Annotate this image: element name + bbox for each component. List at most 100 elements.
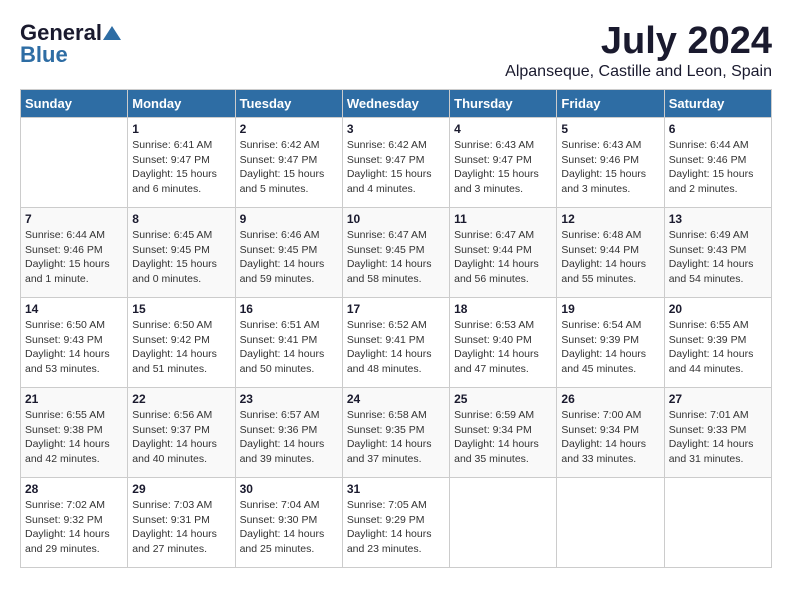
day-detail: Sunrise: 6:55 AMSunset: 9:39 PMDaylight:…	[669, 318, 767, 377]
day-number: 15	[132, 302, 230, 316]
day-number: 30	[240, 482, 338, 496]
day-number: 1	[132, 122, 230, 136]
col-header-monday: Monday	[128, 90, 235, 118]
calendar-cell: 21 Sunrise: 6:55 AMSunset: 9:38 PMDayligh…	[21, 388, 128, 478]
day-detail: Sunrise: 7:03 AMSunset: 9:31 PMDaylight:…	[132, 498, 230, 557]
calendar-cell: 30 Sunrise: 7:04 AMSunset: 9:30 PMDayligh…	[235, 478, 342, 568]
day-detail: Sunrise: 6:44 AMSunset: 9:46 PMDaylight:…	[25, 228, 123, 287]
month-title: July 2024	[505, 20, 772, 63]
day-detail: Sunrise: 6:50 AMSunset: 9:43 PMDaylight:…	[25, 318, 123, 377]
calendar-cell: 25 Sunrise: 6:59 AMSunset: 9:34 PMDayligh…	[450, 388, 557, 478]
day-detail: Sunrise: 6:53 AMSunset: 9:40 PMDaylight:…	[454, 318, 552, 377]
calendar-cell: 16 Sunrise: 6:51 AMSunset: 9:41 PMDayligh…	[235, 298, 342, 388]
day-number: 25	[454, 392, 552, 406]
logo: General Blue	[20, 20, 122, 68]
calendar-cell	[21, 118, 128, 208]
day-detail: Sunrise: 6:50 AMSunset: 9:42 PMDaylight:…	[132, 318, 230, 377]
day-number: 2	[240, 122, 338, 136]
day-detail: Sunrise: 6:58 AMSunset: 9:35 PMDaylight:…	[347, 408, 445, 467]
day-detail: Sunrise: 6:43 AMSunset: 9:47 PMDaylight:…	[454, 138, 552, 197]
day-detail: Sunrise: 6:42 AMSunset: 9:47 PMDaylight:…	[347, 138, 445, 197]
day-number: 22	[132, 392, 230, 406]
col-header-thursday: Thursday	[450, 90, 557, 118]
day-detail: Sunrise: 6:51 AMSunset: 9:41 PMDaylight:…	[240, 318, 338, 377]
day-number: 4	[454, 122, 552, 136]
day-number: 12	[561, 212, 659, 226]
day-detail: Sunrise: 6:46 AMSunset: 9:45 PMDaylight:…	[240, 228, 338, 287]
day-number: 13	[669, 212, 767, 226]
calendar-cell: 5 Sunrise: 6:43 AMSunset: 9:46 PMDaylight…	[557, 118, 664, 208]
day-detail: Sunrise: 6:45 AMSunset: 9:45 PMDaylight:…	[132, 228, 230, 287]
calendar-cell: 4 Sunrise: 6:43 AMSunset: 9:47 PMDaylight…	[450, 118, 557, 208]
day-detail: Sunrise: 7:05 AMSunset: 9:29 PMDaylight:…	[347, 498, 445, 557]
calendar-cell	[557, 478, 664, 568]
day-number: 20	[669, 302, 767, 316]
day-number: 31	[347, 482, 445, 496]
day-detail: Sunrise: 7:00 AMSunset: 9:34 PMDaylight:…	[561, 408, 659, 467]
day-number: 27	[669, 392, 767, 406]
calendar-cell: 17 Sunrise: 6:52 AMSunset: 9:41 PMDayligh…	[342, 298, 449, 388]
col-header-wednesday: Wednesday	[342, 90, 449, 118]
day-detail: Sunrise: 6:44 AMSunset: 9:46 PMDaylight:…	[669, 138, 767, 197]
day-number: 19	[561, 302, 659, 316]
day-detail: Sunrise: 6:43 AMSunset: 9:46 PMDaylight:…	[561, 138, 659, 197]
col-header-saturday: Saturday	[664, 90, 771, 118]
day-number: 26	[561, 392, 659, 406]
calendar-cell: 3 Sunrise: 6:42 AMSunset: 9:47 PMDaylight…	[342, 118, 449, 208]
calendar-cell: 19 Sunrise: 6:54 AMSunset: 9:39 PMDayligh…	[557, 298, 664, 388]
calendar-cell: 27Sunrise: 7:01 AMSunset: 9:33 PMDayligh…	[664, 388, 771, 478]
day-detail: Sunrise: 6:56 AMSunset: 9:37 PMDaylight:…	[132, 408, 230, 467]
logo-blue: Blue	[20, 42, 68, 68]
day-number: 21	[25, 392, 123, 406]
day-detail: Sunrise: 7:02 AMSunset: 9:32 PMDaylight:…	[25, 498, 123, 557]
calendar-cell	[664, 478, 771, 568]
location-title: Alpanseque, Castille and Leon, Spain	[505, 63, 772, 81]
day-number: 28	[25, 482, 123, 496]
day-number: 29	[132, 482, 230, 496]
title-area: July 2024 Alpanseque, Castille and Leon,…	[505, 20, 772, 81]
calendar-cell: 31 Sunrise: 7:05 AMSunset: 9:29 PMDayligh…	[342, 478, 449, 568]
calendar-cell: 10Sunrise: 6:47 AMSunset: 9:45 PMDayligh…	[342, 208, 449, 298]
calendar-cell: 24 Sunrise: 6:58 AMSunset: 9:35 PMDayligh…	[342, 388, 449, 478]
calendar-cell: 14 Sunrise: 6:50 AMSunset: 9:43 PMDayligh…	[21, 298, 128, 388]
day-detail: Sunrise: 6:59 AMSunset: 9:34 PMDaylight:…	[454, 408, 552, 467]
calendar-table: SundayMondayTuesdayWednesdayThursdayFrid…	[20, 89, 772, 568]
calendar-cell: 1 Sunrise: 6:41 AMSunset: 9:47 PMDaylight…	[128, 118, 235, 208]
day-number: 11	[454, 212, 552, 226]
calendar-cell: 7 Sunrise: 6:44 AMSunset: 9:46 PMDaylight…	[21, 208, 128, 298]
day-detail: Sunrise: 7:04 AMSunset: 9:30 PMDaylight:…	[240, 498, 338, 557]
calendar-cell	[450, 478, 557, 568]
day-detail: Sunrise: 6:52 AMSunset: 9:41 PMDaylight:…	[347, 318, 445, 377]
day-number: 7	[25, 212, 123, 226]
day-detail: Sunrise: 6:47 AMSunset: 9:45 PMDaylight:…	[347, 228, 445, 287]
day-detail: Sunrise: 6:41 AMSunset: 9:47 PMDaylight:…	[132, 138, 230, 197]
calendar-cell: 18 Sunrise: 6:53 AMSunset: 9:40 PMDayligh…	[450, 298, 557, 388]
calendar-cell: 9 Sunrise: 6:46 AMSunset: 9:45 PMDaylight…	[235, 208, 342, 298]
calendar-cell: 13Sunrise: 6:49 AMSunset: 9:43 PMDayligh…	[664, 208, 771, 298]
day-number: 14	[25, 302, 123, 316]
day-detail: Sunrise: 6:42 AMSunset: 9:47 PMDaylight:…	[240, 138, 338, 197]
day-number: 3	[347, 122, 445, 136]
day-detail: Sunrise: 6:54 AMSunset: 9:39 PMDaylight:…	[561, 318, 659, 377]
day-number: 18	[454, 302, 552, 316]
day-number: 16	[240, 302, 338, 316]
col-header-friday: Friday	[557, 90, 664, 118]
calendar-cell: 2 Sunrise: 6:42 AMSunset: 9:47 PMDaylight…	[235, 118, 342, 208]
day-detail: Sunrise: 6:48 AMSunset: 9:44 PMDaylight:…	[561, 228, 659, 287]
calendar-cell: 22 Sunrise: 6:56 AMSunset: 9:37 PMDayligh…	[128, 388, 235, 478]
calendar-cell: 12 Sunrise: 6:48 AMSunset: 9:44 PMDayligh…	[557, 208, 664, 298]
calendar-cell: 26 Sunrise: 7:00 AMSunset: 9:34 PMDayligh…	[557, 388, 664, 478]
calendar-cell: 15 Sunrise: 6:50 AMSunset: 9:42 PMDayligh…	[128, 298, 235, 388]
calendar-cell: 6Sunrise: 6:44 AMSunset: 9:46 PMDaylight…	[664, 118, 771, 208]
calendar-cell: 23Sunrise: 6:57 AMSunset: 9:36 PMDayligh…	[235, 388, 342, 478]
day-number: 9	[240, 212, 338, 226]
calendar-cell: 29 Sunrise: 7:03 AMSunset: 9:31 PMDayligh…	[128, 478, 235, 568]
calendar-cell: 28 Sunrise: 7:02 AMSunset: 9:32 PMDayligh…	[21, 478, 128, 568]
day-number: 5	[561, 122, 659, 136]
day-number: 17	[347, 302, 445, 316]
day-detail: Sunrise: 6:55 AMSunset: 9:38 PMDaylight:…	[25, 408, 123, 467]
day-number: 24	[347, 392, 445, 406]
day-detail: Sunrise: 6:47 AMSunset: 9:44 PMDaylight:…	[454, 228, 552, 287]
day-detail: Sunrise: 6:57 AMSunset: 9:36 PMDaylight:…	[240, 408, 338, 467]
calendar-cell: 20 Sunrise: 6:55 AMSunset: 9:39 PMDayligh…	[664, 298, 771, 388]
